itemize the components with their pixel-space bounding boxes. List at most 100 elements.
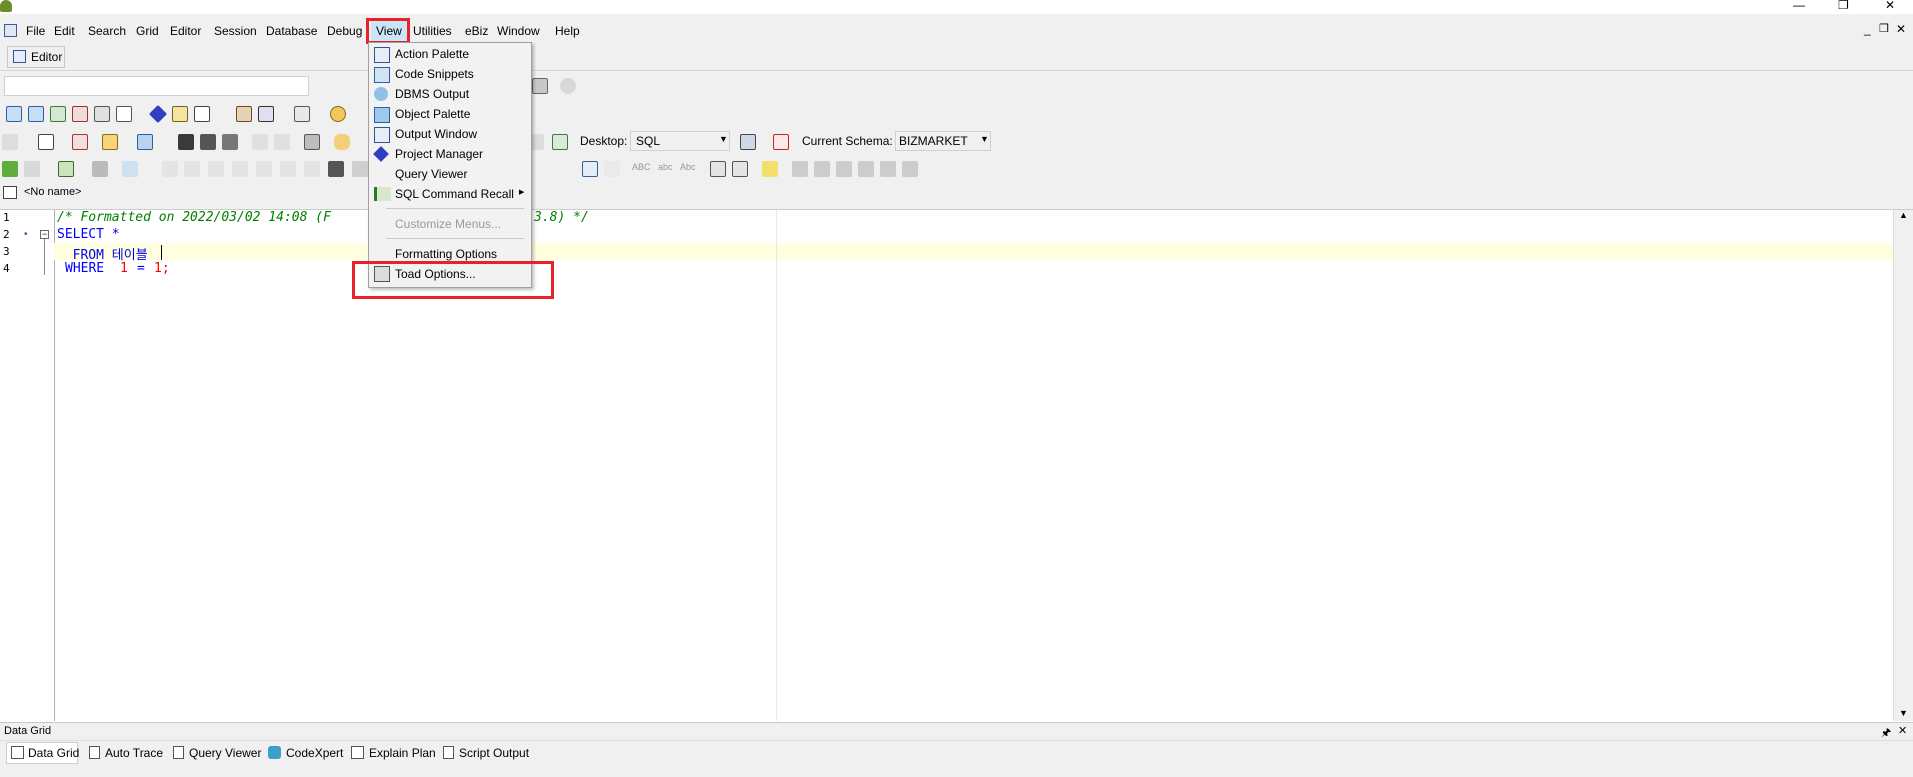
format-icon[interactable] <box>38 134 54 150</box>
breakpoint-icon[interactable] <box>280 161 296 177</box>
menu-session[interactable]: Session <box>214 23 257 39</box>
minimize-button[interactable]: — <box>1793 0 1805 12</box>
hand-icon[interactable] <box>334 134 350 150</box>
desktop-select[interactable]: SQL ▼ <box>630 131 730 151</box>
menu-edit[interactable]: Edit <box>54 23 75 39</box>
grid-icon[interactable] <box>116 106 132 122</box>
glasses-icon[interactable] <box>328 161 344 177</box>
tab-query-viewer[interactable]: Query Viewer <box>189 744 261 762</box>
menu-app-icon[interactable] <box>4 24 17 37</box>
pin-icon[interactable] <box>560 78 576 94</box>
menu-item-dbms-output[interactable]: DBMS Output <box>395 85 469 103</box>
tree-icon[interactable] <box>122 161 138 177</box>
step-into-icon[interactable] <box>208 161 224 177</box>
menu-utilities[interactable]: Utilities <box>413 23 452 39</box>
redo-icon[interactable] <box>604 161 620 177</box>
tab-auto-trace[interactable]: Auto Trace <box>105 744 163 762</box>
schema-select[interactable]: BIZMARKET ▼ <box>895 131 991 151</box>
menu-ebiz[interactable]: eBiz <box>465 23 488 39</box>
fast-forward-icon[interactable] <box>762 161 778 177</box>
menu-item-query-viewer[interactable]: Query Viewer <box>395 165 467 183</box>
fold-toggle-icon[interactable]: − <box>40 230 49 239</box>
menu-search[interactable]: Search <box>88 23 126 39</box>
tools-icon[interactable] <box>236 106 252 122</box>
restore-button[interactable]: ❐ <box>1838 0 1849 12</box>
mdi-minimize-button[interactable]: _ <box>1864 22 1871 36</box>
undo-icon[interactable] <box>582 161 598 177</box>
execute-icon[interactable] <box>6 106 22 122</box>
cylinder-icon[interactable] <box>330 106 346 122</box>
menu-file[interactable]: File <box>26 23 45 39</box>
explain-icon[interactable] <box>552 134 568 150</box>
red-x-icon[interactable] <box>773 134 789 150</box>
run-icon[interactable] <box>2 161 18 177</box>
block-2-icon[interactable] <box>814 161 830 177</box>
menu-item-sql-command-recall[interactable]: SQL Command Recall <box>395 185 514 203</box>
panel-close-icon[interactable]: ✕ <box>1898 724 1907 737</box>
scroll-down-icon[interactable]: ▼ <box>1899 708 1908 718</box>
lowercase-button[interactable]: abc <box>658 162 673 172</box>
step-icon[interactable] <box>50 106 66 122</box>
doc-tab[interactable]: <No name> <box>0 183 90 203</box>
cancel-exec-icon[interactable] <box>72 106 88 122</box>
connection-combo[interactable] <box>4 76 309 96</box>
scroll-up-icon[interactable]: ▲ <box>1899 210 1908 220</box>
block-6-icon[interactable] <box>902 161 918 177</box>
calendar-icon[interactable] <box>172 106 188 122</box>
menu-grid[interactable]: Grid <box>136 23 159 39</box>
tab-codexpert[interactable]: CodeXpert <box>286 744 343 762</box>
car-icon[interactable] <box>92 161 108 177</box>
close-button[interactable]: ✕ <box>1885 0 1895 12</box>
menu-item-output-window[interactable]: Output Window <box>395 125 477 143</box>
block-4-icon[interactable] <box>858 161 874 177</box>
open-db-icon[interactable] <box>137 134 153 150</box>
parens-icon[interactable] <box>184 161 200 177</box>
trash-icon[interactable] <box>352 161 368 177</box>
block-3-icon[interactable] <box>836 161 852 177</box>
diamond-icon[interactable] <box>148 104 168 124</box>
initcap-button[interactable]: Abc <box>680 162 696 172</box>
step-over-icon[interactable] <box>232 161 248 177</box>
menu-debug[interactable]: Debug <box>327 23 362 39</box>
block-1-icon[interactable] <box>792 161 808 177</box>
back-icon[interactable] <box>2 134 18 150</box>
watch-icon[interactable] <box>304 161 320 177</box>
mdi-close-button[interactable]: ✕ <box>1896 22 1906 36</box>
menu-item-project-manager[interactable]: Project Manager <box>395 145 483 163</box>
editor-tab[interactable]: Editor <box>7 46 65 68</box>
tab-data-grid[interactable]: Data Grid <box>28 744 79 762</box>
vertical-scrollbar[interactable]: ▲ ▼ <box>1893 210 1913 721</box>
indent-icon[interactable] <box>710 161 726 177</box>
menu-item-action-palette[interactable]: Action Palette <box>395 45 469 63</box>
copy-icon[interactable] <box>274 134 290 150</box>
cut-icon[interactable] <box>252 134 268 150</box>
find-icon[interactable] <box>258 106 274 122</box>
lightning-icon[interactable] <box>162 161 178 177</box>
menu-item-object-palette[interactable]: Object Palette <box>395 105 470 123</box>
execute-script-icon[interactable] <box>28 106 44 122</box>
sql-icon[interactable] <box>94 106 110 122</box>
save-as-icon[interactable] <box>222 134 238 150</box>
disconnect-icon[interactable] <box>740 134 756 150</box>
menu-database[interactable]: Database <box>266 23 317 39</box>
menu-window[interactable]: Window <box>497 23 540 39</box>
editor-area[interactable] <box>0 209 1913 722</box>
hand-stop-icon[interactable] <box>24 161 40 177</box>
print-icon[interactable] <box>304 134 320 150</box>
menu-editor[interactable]: Editor <box>170 23 201 39</box>
clear-icon[interactable] <box>72 134 88 150</box>
mdi-restore-button[interactable]: ❐ <box>1879 22 1889 35</box>
printer-icon[interactable] <box>532 78 548 94</box>
menu-item-code-snippets[interactable]: Code Snippets <box>395 65 474 83</box>
tab-explain-plan[interactable]: Explain Plan <box>369 744 436 762</box>
step-out-icon[interactable] <box>256 161 272 177</box>
open-folder-icon[interactable] <box>102 134 118 150</box>
uppercase-button[interactable]: ABC <box>632 162 651 172</box>
block-5-icon[interactable] <box>880 161 896 177</box>
save-icon[interactable] <box>178 134 194 150</box>
save-all-icon[interactable] <box>200 134 216 150</box>
outdent-icon[interactable] <box>732 161 748 177</box>
debug-icon[interactable] <box>58 161 74 177</box>
tab-script-output[interactable]: Script Output <box>459 744 529 762</box>
form-icon[interactable] <box>194 106 210 122</box>
